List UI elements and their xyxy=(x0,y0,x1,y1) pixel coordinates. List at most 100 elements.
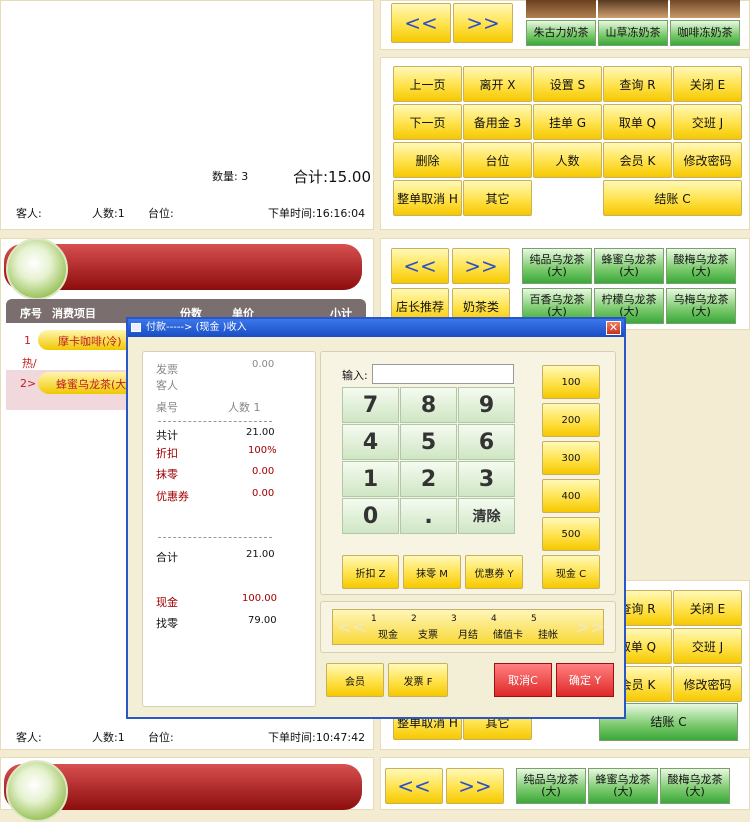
tabs-next-icon[interactable]: >> xyxy=(575,617,605,638)
product-button[interactable]: 纯品乌龙茶(大) xyxy=(522,248,592,284)
discount-value: 100% xyxy=(248,445,277,456)
other-button[interactable]: 其它 xyxy=(463,180,532,216)
mid-time: 下单时间:10:47:42 xyxy=(268,731,366,744)
cash-button[interactable]: 现金 C xyxy=(542,555,600,589)
close-button[interactable]: 关闭 E xyxy=(673,590,742,626)
product-button[interactable]: 山草冻奶茶 xyxy=(598,20,668,46)
top-people: 人数:1 xyxy=(92,207,125,220)
window-icon xyxy=(131,323,141,332)
product-image xyxy=(526,0,596,18)
clear-key[interactable]: 清除 xyxy=(458,498,515,534)
invoice-button[interactable]: 发票 F xyxy=(388,663,448,697)
top-qty: 数量: 3 xyxy=(212,170,249,183)
product-button[interactable]: 酸梅乌龙茶(大) xyxy=(660,768,730,804)
product-button[interactable]: 乌梅乌龙茶(大) xyxy=(666,288,736,324)
quick-200-button[interactable]: 200 xyxy=(542,403,600,437)
query-button[interactable]: 查询 R xyxy=(603,66,672,102)
total-value: 21.00 xyxy=(246,427,275,438)
tab-number: 5 xyxy=(531,614,537,624)
product-button[interactable]: 蜂蜜乌龙茶(大) xyxy=(588,768,658,804)
sum-value: 21.00 xyxy=(246,549,275,560)
mid-prev-button[interactable]: << xyxy=(391,248,449,284)
checkout-button[interactable]: 结账 C xyxy=(603,180,742,216)
key-9[interactable]: 9 xyxy=(458,387,515,423)
invoice-label: 发票 xyxy=(156,363,178,376)
row-no: 1 xyxy=(24,334,31,347)
retrieve-order-button[interactable]: 取单 Q xyxy=(603,104,672,140)
shift-button[interactable]: 交班 J xyxy=(673,104,742,140)
shift-button[interactable]: 交班 J xyxy=(673,628,742,664)
top-guest: 客人: xyxy=(16,207,42,220)
dialog-title: 付款-----> (现金 )收入 xyxy=(128,319,624,337)
confirm-button[interactable]: 确定 Y xyxy=(556,663,614,697)
discount-label: 折扣 xyxy=(156,447,178,460)
change-password-button[interactable]: 修改密码 xyxy=(673,666,742,702)
amount-input[interactable] xyxy=(372,364,514,384)
quick-300-button[interactable]: 300 xyxy=(542,441,600,475)
prev-page-button[interactable]: 上一页 xyxy=(393,66,462,102)
quick-100-button[interactable]: 100 xyxy=(542,365,600,399)
reserve-cash-button[interactable]: 备用金 3 xyxy=(463,104,532,140)
top-prev-button[interactable]: << xyxy=(391,3,451,43)
member-button[interactable]: 会员 xyxy=(326,663,384,697)
tab-stored-card[interactable]: 4 储值卡 xyxy=(489,614,527,644)
cancel-button[interactable]: 取消C xyxy=(494,663,552,697)
tab-on-account[interactable]: 5 挂帐 xyxy=(529,614,567,644)
key-3[interactable]: 3 xyxy=(458,461,515,497)
tab-monthly[interactable]: 3 月结 xyxy=(449,614,487,644)
settings-button[interactable]: 设置 S xyxy=(533,66,602,102)
leave-button[interactable]: 离开 X xyxy=(463,66,532,102)
bottom-prev-button[interactable]: << xyxy=(385,768,443,804)
key-0[interactable]: 0 xyxy=(342,498,399,534)
hold-order-button[interactable]: 挂单 G xyxy=(533,104,602,140)
product-button[interactable]: 咖啡冻奶茶 xyxy=(670,20,740,46)
tab-label: 现金 xyxy=(378,630,398,641)
key-1[interactable]: 1 xyxy=(342,461,399,497)
mid-guest: 客人: xyxy=(16,731,42,744)
close-icon[interactable]: ✕ xyxy=(606,321,621,335)
top-total: 合计:15.00 xyxy=(293,168,371,186)
key-7[interactable]: 7 xyxy=(342,387,399,423)
row-note: 热/ xyxy=(22,357,37,370)
invoice-value: 0.00 xyxy=(252,359,275,370)
product-button[interactable]: 纯品乌龙茶(大) xyxy=(516,768,586,804)
table-button[interactable]: 台位 xyxy=(463,142,532,178)
top-table: 台位: xyxy=(148,207,174,220)
tab-check[interactable]: 2 支票 xyxy=(409,614,447,644)
mid-people: 人数:1 xyxy=(92,731,125,744)
guest-label: 客人 xyxy=(156,379,178,392)
key-5[interactable]: 5 xyxy=(400,424,457,460)
close-button[interactable]: 关闭 E xyxy=(673,66,742,102)
people-button[interactable]: 人数 xyxy=(533,142,602,178)
product-button[interactable]: 蜂蜜乌龙茶(大) xyxy=(594,248,664,284)
key-6[interactable]: 6 xyxy=(458,424,515,460)
delete-button[interactable]: 删除 xyxy=(393,142,462,178)
key-2[interactable]: 2 xyxy=(400,461,457,497)
key-4[interactable]: 4 xyxy=(342,424,399,460)
discount-button[interactable]: 折扣 Z xyxy=(342,555,399,589)
coupon-button[interactable]: 优惠券 Y xyxy=(465,555,523,589)
product-button[interactable]: 酸梅乌龙茶(大) xyxy=(666,248,736,284)
key-8[interactable]: 8 xyxy=(400,387,457,423)
row-name: 蜂蜜乌龙茶(大) xyxy=(56,378,131,391)
cancel-order-button[interactable]: 整单取消 H xyxy=(393,180,462,216)
header-no: 序号 xyxy=(20,307,42,320)
bottom-next-button[interactable]: >> xyxy=(446,768,504,804)
tab-cash[interactable]: 1 现金 xyxy=(369,614,407,644)
round-value: 0.00 xyxy=(252,466,275,477)
product-button[interactable]: 朱古力奶茶 xyxy=(526,20,596,46)
top-next-button[interactable]: >> xyxy=(453,3,513,43)
row-no: 2> xyxy=(20,377,37,390)
mid-next-button[interactable]: >> xyxy=(452,248,510,284)
tab-label: 支票 xyxy=(418,630,438,641)
tab-number: 3 xyxy=(451,614,457,624)
tabs-prev-icon[interactable]: << xyxy=(337,617,367,638)
quick-500-button[interactable]: 500 xyxy=(542,517,600,551)
key-dot[interactable]: . xyxy=(400,498,457,534)
total-label: 共计 xyxy=(156,429,178,442)
round-button[interactable]: 抹零 M xyxy=(403,555,461,589)
next-page-button[interactable]: 下一页 xyxy=(393,104,462,140)
quick-400-button[interactable]: 400 xyxy=(542,479,600,513)
member-button[interactable]: 会员 K xyxy=(603,142,672,178)
change-password-button[interactable]: 修改密码 xyxy=(673,142,742,178)
